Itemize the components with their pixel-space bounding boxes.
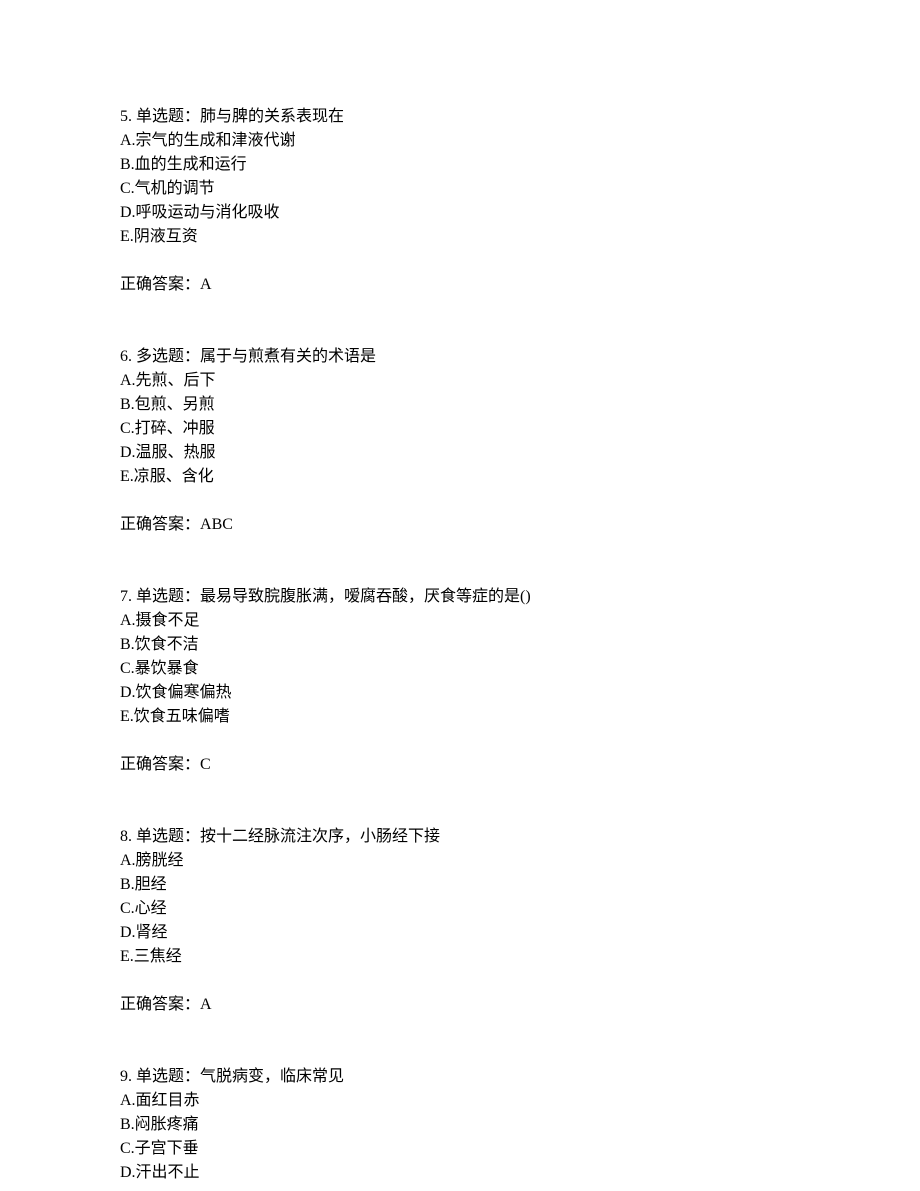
- question-6: 6. 多选题：属于与煎煮有关的术语是 A.先煎、后下 B.包煎、另煎 C.打碎、…: [120, 345, 800, 537]
- answer-label: 正确答案：: [120, 516, 200, 533]
- question-text: 按十二经脉流注次序，小肠经下接: [200, 828, 440, 845]
- question-number: 5.: [120, 108, 136, 125]
- question-text: 肺与脾的关系表现在: [200, 108, 344, 125]
- option-c: C.打碎、冲服: [120, 417, 800, 441]
- question-7: 7. 单选题：最易导致脘腹胀满，嗳腐吞酸，厌食等症的是() A.摄食不足 B.饮…: [120, 585, 800, 777]
- answer-label: 正确答案：: [120, 276, 200, 293]
- option-d: D.肾经: [120, 921, 800, 945]
- question-text: 最易导致脘腹胀满，嗳腐吞酸，厌食等症的是(): [200, 588, 531, 605]
- option-d: D.温服、热服: [120, 441, 800, 465]
- question-text: 属于与煎煮有关的术语是: [200, 348, 376, 365]
- question-text: 气脱病变，临床常见: [200, 1068, 344, 1085]
- option-a: A.宗气的生成和津液代谢: [120, 129, 800, 153]
- option-d: D.饮食偏寒偏热: [120, 681, 800, 705]
- option-c: C.子宫下垂: [120, 1137, 800, 1161]
- option-c: C.心经: [120, 897, 800, 921]
- question-type: 单选题：: [136, 108, 200, 125]
- option-b: B.胆经: [120, 873, 800, 897]
- answer-value: A: [200, 276, 212, 293]
- question-stem: 6. 多选题：属于与煎煮有关的术语是: [120, 345, 800, 369]
- question-number: 9.: [120, 1068, 136, 1085]
- question-5: 5. 单选题：肺与脾的关系表现在 A.宗气的生成和津液代谢 B.血的生成和运行 …: [120, 105, 800, 297]
- answer-line: 正确答案：A: [120, 273, 800, 297]
- option-a: A.先煎、后下: [120, 369, 800, 393]
- question-type: 单选题：: [136, 828, 200, 845]
- question-type: 单选题：: [136, 588, 200, 605]
- answer-line: 正确答案：C: [120, 753, 800, 777]
- option-a: A.面红目赤: [120, 1089, 800, 1113]
- option-b: B.闷胀疼痛: [120, 1113, 800, 1137]
- question-stem: 7. 单选题：最易导致脘腹胀满，嗳腐吞酸，厌食等症的是(): [120, 585, 800, 609]
- question-stem: 9. 单选题：气脱病变，临床常见: [120, 1065, 800, 1089]
- question-number: 6.: [120, 348, 136, 365]
- question-stem: 5. 单选题：肺与脾的关系表现在: [120, 105, 800, 129]
- option-e: E.三焦经: [120, 945, 800, 969]
- option-e: E.阴液互资: [120, 225, 800, 249]
- question-type: 单选题：: [136, 1068, 200, 1085]
- question-type: 多选题：: [136, 348, 200, 365]
- question-number: 7.: [120, 588, 136, 605]
- question-8: 8. 单选题：按十二经脉流注次序，小肠经下接 A.膀胱经 B.胆经 C.心经 D…: [120, 825, 800, 1017]
- question-number: 8.: [120, 828, 136, 845]
- option-a: A.摄食不足: [120, 609, 800, 633]
- answer-label: 正确答案：: [120, 756, 200, 773]
- option-c: C.气机的调节: [120, 177, 800, 201]
- answer-line: 正确答案：A: [120, 993, 800, 1017]
- option-e: E.饮食五味偏嗜: [120, 705, 800, 729]
- option-b: B.包煎、另煎: [120, 393, 800, 417]
- option-b: B.血的生成和运行: [120, 153, 800, 177]
- answer-line: 正确答案：ABC: [120, 513, 800, 537]
- option-b: B.饮食不洁: [120, 633, 800, 657]
- option-d: D.汗出不止: [120, 1161, 800, 1185]
- question-9: 9. 单选题：气脱病变，临床常见 A.面红目赤 B.闷胀疼痛 C.子宫下垂 D.…: [120, 1065, 800, 1185]
- option-e: E.凉服、含化: [120, 465, 800, 489]
- option-c: C.暴饮暴食: [120, 657, 800, 681]
- answer-value: ABC: [200, 516, 233, 533]
- option-d: D.呼吸运动与消化吸收: [120, 201, 800, 225]
- answer-value: C: [200, 756, 211, 773]
- answer-value: A: [200, 996, 212, 1013]
- question-stem: 8. 单选题：按十二经脉流注次序，小肠经下接: [120, 825, 800, 849]
- answer-label: 正确答案：: [120, 996, 200, 1013]
- option-a: A.膀胱经: [120, 849, 800, 873]
